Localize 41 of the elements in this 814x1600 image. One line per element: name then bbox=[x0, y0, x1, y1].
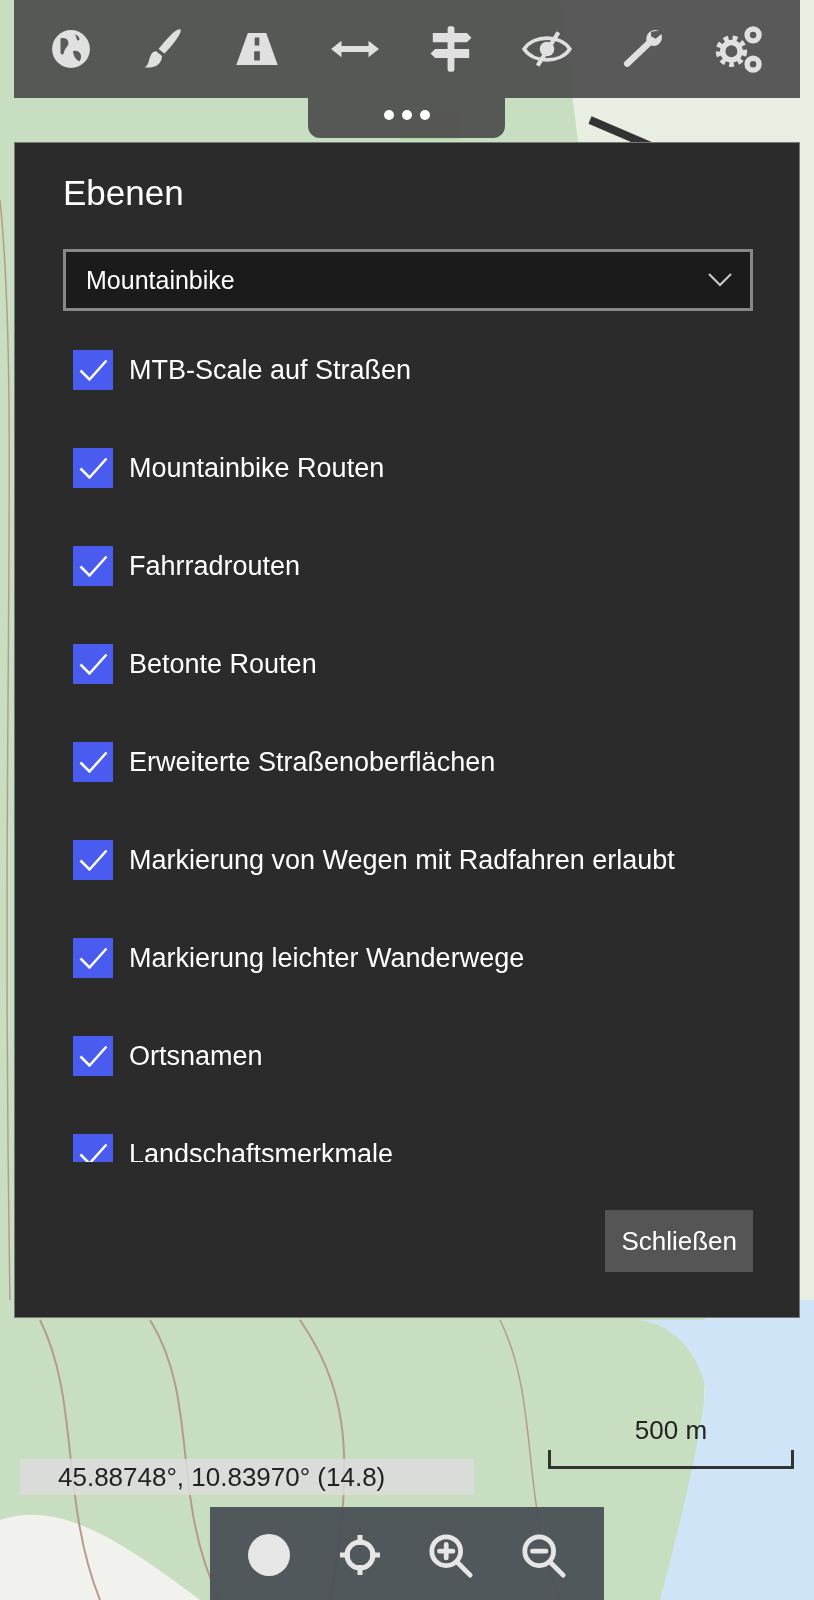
layer-label: Landschaftsmerkmale bbox=[129, 1138, 394, 1162]
checkbox[interactable] bbox=[73, 840, 113, 880]
checkbox[interactable] bbox=[73, 1134, 113, 1162]
checkbox[interactable] bbox=[73, 546, 113, 586]
crosshair-icon[interactable] bbox=[337, 1533, 382, 1577]
panel-title: Ebenen bbox=[63, 173, 185, 213]
layer-label: Markierung von Wegen mit Radfahren erlaubt bbox=[129, 844, 675, 876]
more-tab[interactable] bbox=[308, 98, 505, 138]
chevron-down-icon bbox=[708, 273, 732, 287]
globe-icon[interactable] bbox=[49, 28, 92, 70]
checkmark-icon bbox=[78, 359, 108, 381]
checkmark-icon bbox=[78, 1143, 108, 1162]
checkbox[interactable] bbox=[73, 448, 113, 488]
layer-label: Ortsnamen bbox=[129, 1040, 263, 1072]
checkbox[interactable] bbox=[73, 938, 113, 978]
ellipsis-icon bbox=[382, 109, 431, 121]
layer-label: Markierung leichter Wanderwege bbox=[129, 942, 525, 974]
checkbox[interactable] bbox=[73, 1036, 113, 1076]
coordinates-label: 45.88748°, 10.83970° (14.8) bbox=[20, 1459, 474, 1495]
zoom-out-icon[interactable] bbox=[520, 1533, 567, 1579]
checkmark-icon bbox=[78, 849, 108, 871]
layer-label: Mountainbike Routen bbox=[129, 452, 385, 484]
checkmark-icon bbox=[78, 947, 108, 969]
checkmark-icon bbox=[78, 1045, 108, 1067]
checkmark-icon bbox=[78, 653, 108, 675]
layer-label: Erweiterte Straßenoberflächen bbox=[129, 746, 496, 778]
checkmark-icon bbox=[78, 555, 108, 577]
preset-dropdown[interactable]: Mountainbike bbox=[63, 249, 753, 311]
zoom-in-icon[interactable] bbox=[428, 1533, 475, 1579]
checkmark-icon bbox=[78, 457, 108, 479]
checkmark-icon bbox=[78, 751, 108, 773]
checkbox[interactable] bbox=[73, 644, 113, 684]
checkbox[interactable] bbox=[73, 742, 113, 782]
circle-icon[interactable] bbox=[247, 1533, 292, 1577]
checkbox[interactable] bbox=[73, 350, 113, 390]
layer-label: Betonte Routen bbox=[129, 648, 317, 680]
eye-slash-icon[interactable] bbox=[520, 30, 573, 68]
scale-label: 500 m bbox=[634, 1415, 708, 1446]
layer-label: MTB-Scale auf Straßen bbox=[129, 354, 412, 386]
layer-label: Fahrradrouten bbox=[129, 550, 301, 582]
close-button[interactable]: Schließen bbox=[605, 1210, 753, 1272]
